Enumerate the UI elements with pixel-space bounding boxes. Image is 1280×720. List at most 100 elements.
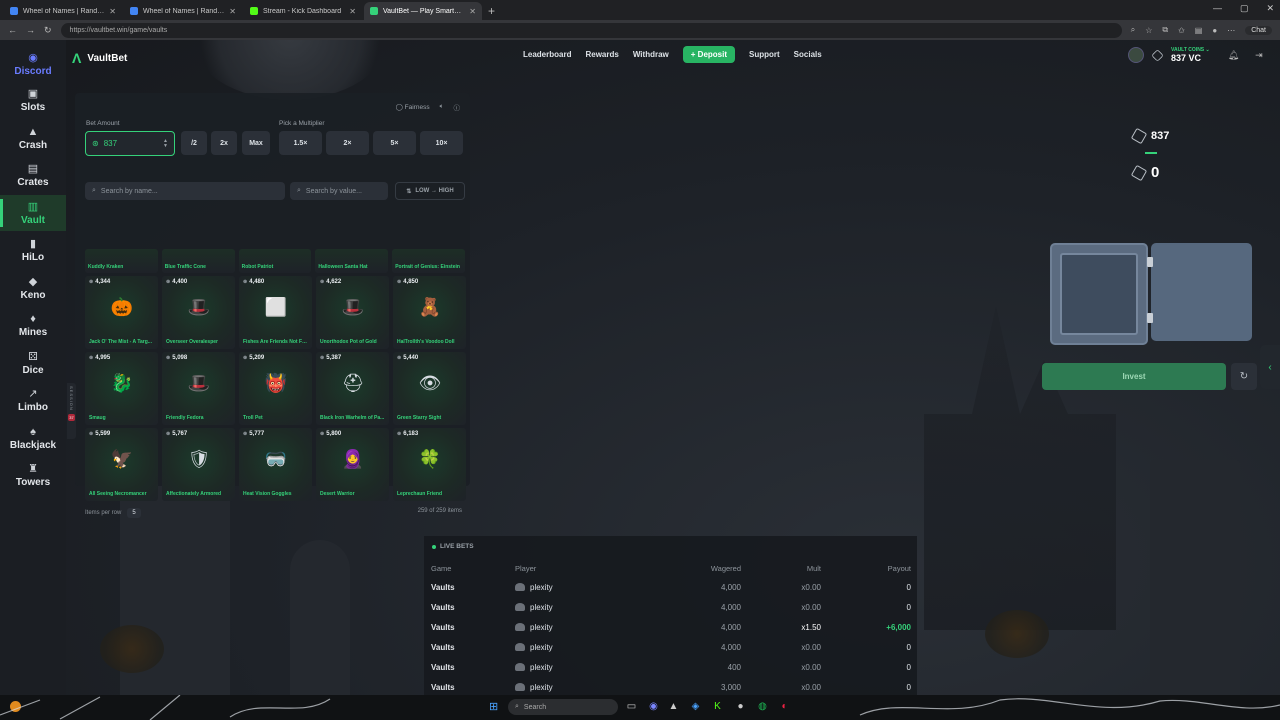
nav-support[interactable]: Support [749,50,780,59]
sidebar-item-crates[interactable]: ▤ Crates [0,157,66,193]
cell-mult: x0.00 [801,662,821,672]
item-card[interactable]: 5,777 🥽 Heat Vision Goggles [239,428,312,501]
logout-icon[interactable]: ⇥ [1255,50,1263,61]
multiplier-2x-button[interactable]: 2× [326,131,369,155]
weather-icon[interactable] [10,701,21,712]
multiplier-5x-button[interactable]: 5× [373,131,416,155]
double-bet-button[interactable]: 2x [211,131,237,155]
sound-icon[interactable]: 🔈︎ [440,103,444,111]
close-icon[interactable]: ✕ [109,7,116,16]
sidebar-item-slots[interactable]: ▣ Slots [0,82,66,118]
app-icon[interactable]: ▲ [668,701,679,712]
item-card[interactable]: 5,767 🛡 Affectionately Armored [162,428,235,501]
item-card[interactable]: 6,183 🍀 Leprechaun Friend [393,428,466,501]
spotify-app-icon[interactable]: ◍ [757,701,768,712]
kick-app-icon[interactable]: K [712,701,723,712]
deposit-button[interactable]: + Deposit [682,46,735,63]
close-window-button[interactable]: ✕ [1266,3,1274,14]
extensions-icon[interactable]: ⧉ [1162,25,1168,35]
bookmark-star-icon[interactable]: ☆ [1145,26,1152,35]
close-icon[interactable]: ✕ [229,7,236,16]
sidebar-item-limbo[interactable]: ↗ Limbo [0,382,66,418]
item-card[interactable]: Kuddly Kraken [85,249,158,273]
item-card[interactable]: 4,344 🎃 Jack O' The Mist - A Targ... [85,276,158,349]
item-card[interactable]: Robot Patriot [238,249,312,273]
task-view-icon[interactable]: ▭ [626,701,637,712]
item-card[interactable]: 5,209 👹 Troll Pet [239,352,312,425]
item-card[interactable]: 5,800 🧕 Desert Warrior [316,428,389,501]
item-card[interactable]: Halloween Santa Hat [315,249,389,273]
browser-tab[interactable]: Wheel of Names | Random name pi... ✕ [4,2,122,20]
refresh-icon[interactable]: ↻ [1231,363,1257,390]
multiplier-1.5x-button[interactable]: 1.5× [279,131,322,155]
item-card[interactable]: 4,480 ⬜ Fishes Are Friends Not Fo... [239,276,312,349]
wallet[interactable]: VAULT COINS ⌄ 837 VC 🔔︎ ⇥ [1128,47,1263,63]
browser-app-icon[interactable]: ◈ [690,701,701,712]
nav-socials[interactable]: Socials [794,50,822,59]
chevron-left-icon[interactable]: ‹ [1260,345,1280,389]
favorites-icon[interactable]: ✩ [1178,26,1185,35]
items-per-row-select[interactable]: 5 [127,508,141,518]
new-tab-button[interactable]: + [488,2,495,20]
item-card[interactable]: 4,995 🐉 Smaug [85,352,158,425]
sidebar-item-hilo[interactable]: ▮ HiLo [0,232,66,268]
sidebar-item-dice[interactable]: ⚄ Dice [0,345,66,381]
forward-icon[interactable]: → [26,25,35,35]
browser-tab[interactable]: Wheel of Names | Random name pi... ✕ [124,2,242,20]
zoom-icon[interactable]: ⌕ [1131,25,1135,35]
item-card[interactable]: 4,850 🧸 HalTrollth's Voodoo Doll [393,276,466,349]
help-icon[interactable]: ⓘ [454,102,461,112]
sort-button[interactable]: ⇅ LOW → HIGH [395,182,465,200]
taskbar-search[interactable]: ⌕ Search [508,699,618,715]
item-card[interactable]: 5,098 🎩 Friendly Fedora [162,352,235,425]
item-card[interactable]: 5,440 👁 Green Starry Sight [393,352,466,425]
item-card[interactable]: 5,387 ⛑ Black Iron Warhelm of Pa... [316,352,389,425]
browser-tab-active[interactable]: VaultBet — Play Smarter, Bet Fairer ✕ [364,2,482,20]
app-icon[interactable]: ◐ [779,701,790,712]
max-bet-button[interactable]: Max [242,131,270,155]
back-icon[interactable]: ← [8,25,17,35]
minimize-button[interactable]: — [1213,3,1222,14]
item-card[interactable]: Portrait of Genius: Einstein [392,249,465,273]
sidebar-item-discord[interactable]: ◉ Discord [0,46,66,82]
nav-withdraw[interactable]: Withdraw [633,50,669,59]
chat-button[interactable]: Chat [1245,25,1272,35]
stepper-icon[interactable]: ▲ ▼ [163,138,168,149]
reload-icon[interactable]: ↻ [44,25,52,36]
multiplier-10x-button[interactable]: 10× [420,131,463,155]
sidebar-item-vault[interactable]: ▥ Vault [0,195,66,231]
item-card[interactable]: 5,599 🦅 All Seeing Necromancer [85,428,158,501]
nav-rewards[interactable]: Rewards [585,50,618,59]
item-card[interactable]: 4,622 🎩 Unorthodox Pot of Gold [316,276,389,349]
half-bet-button[interactable]: /2 [181,131,207,155]
collections-icon[interactable]: ▤ [1195,26,1203,35]
session-tab[interactable]: SESSION 37 [67,383,76,439]
avatar[interactable] [1128,47,1144,63]
profile-avatar-icon[interactable]: ● [1212,26,1217,35]
bell-icon[interactable]: 🔔︎ [1228,50,1239,61]
item-card[interactable]: Blue Traffic Cone [161,249,235,273]
close-icon[interactable]: ✕ [349,7,356,16]
bet-amount-input[interactable]: ⊛ 837 ▲ ▼ [85,131,175,156]
close-icon[interactable]: ✕ [469,7,476,16]
nav-leaderboard[interactable]: Leaderboard [523,50,571,59]
discord-app-icon[interactable]: ◉ [648,701,659,712]
sidebar-item-crash[interactable]: ▲ Crash [0,120,66,156]
windows-start-icon[interactable]: ⊞ [489,701,501,713]
search-value-input[interactable]: ⌕ Search by value... [290,182,388,200]
sidebar-item-mines[interactable]: ♦ Mines [0,307,66,343]
browser-tab[interactable]: Stream - Kick Dashboard ✕ [244,2,362,20]
sidebar-item-towers[interactable]: ♜ Towers [0,457,66,493]
maximize-button[interactable]: ▢ [1240,3,1249,14]
item-card[interactable]: 4,400 🎩 Overseer Overalesper [162,276,235,349]
cell-game: Vaults [431,642,455,652]
obs-app-icon[interactable]: ● [735,701,746,712]
invest-button[interactable]: Invest [1042,363,1226,390]
fairness-button[interactable]: ◯ Fairness [396,103,430,111]
menu-dots-icon[interactable]: ⋯ [1227,26,1235,35]
sidebar-item-blackjack[interactable]: ♠ Blackjack [0,420,66,456]
url-field[interactable]: https://vaultbet.win/game/vaults [60,22,1122,38]
sidebar-item-keno[interactable]: ◆ Keno [0,270,66,306]
site-logo[interactable]: Λ VaultBet [72,50,127,66]
search-name-input[interactable]: ⌕ Search by name... [85,182,285,200]
